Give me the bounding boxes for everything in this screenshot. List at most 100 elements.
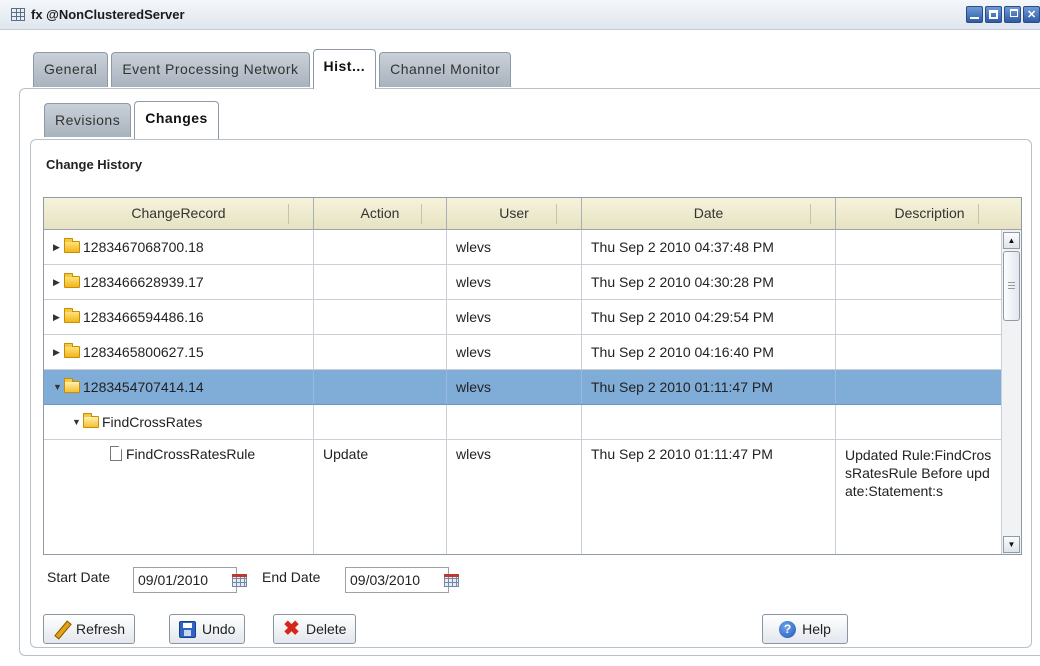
start-date-calendar-icon[interactable] [232, 574, 247, 587]
undo-button[interactable]: Undo [169, 614, 246, 644]
window-title: fx @NonClusteredServer [31, 7, 185, 22]
restore-icon[interactable] [1004, 6, 1021, 23]
description-cell [836, 300, 1003, 334]
folder-open-icon [64, 378, 80, 393]
column-header-description[interactable]: Description [836, 198, 1021, 230]
save-icon [179, 620, 196, 638]
delete-x-icon: ✖ [283, 617, 300, 640]
table-row[interactable]: ▶ 1283465800627.15 wlevs Thu Sep 2 2010 … [44, 335, 1003, 370]
grid-app-icon [11, 8, 25, 21]
start-date-field[interactable] [133, 567, 237, 593]
column-header-date[interactable]: Date [582, 198, 836, 230]
delete-button[interactable]: ✖ Delete [273, 614, 357, 644]
tab-general[interactable]: General [33, 52, 109, 87]
date-cell: Thu Sep 2 2010 04:37:48 PM [582, 230, 836, 264]
folder-icon [64, 343, 80, 358]
outer-tab-bar: General Event Processing Network Hist...… [33, 49, 512, 89]
refresh-button[interactable]: Refresh [43, 614, 136, 644]
end-date-label: End Date [262, 569, 321, 585]
description-cell [836, 335, 1003, 369]
window-controls [966, 6, 1040, 23]
description-cell [836, 230, 1003, 264]
expand-arrow-icon[interactable]: ▶ [53, 265, 64, 299]
action-cell [314, 300, 447, 334]
change-record-id: 1283467068700.18 [83, 239, 204, 255]
change-record-id: 1283466594486.16 [83, 309, 204, 325]
date-cell: Thu Sep 2 2010 04:29:54 PM [582, 300, 836, 334]
collapse-arrow-icon[interactable]: ▼ [72, 405, 83, 439]
date-cell: Thu Sep 2 2010 01:11:47 PM [582, 370, 836, 404]
start-date-label: Start Date [47, 569, 111, 585]
column-header-changerecord[interactable]: ChangeRecord [44, 198, 314, 230]
user-cell: wlevs [447, 230, 582, 264]
date-cell: Thu Sep 2 2010 04:16:40 PM [582, 335, 836, 369]
change-history-table: ChangeRecord Action User Date Descriptio… [43, 197, 1022, 555]
description-cell [836, 370, 1003, 404]
expand-arrow-icon[interactable]: ▶ [53, 300, 64, 334]
change-record-id: 1283465800627.15 [83, 344, 204, 360]
table-row[interactable]: FindCrossRatesRule Update wlevs Thu Sep … [44, 440, 1003, 554]
user-cell: wlevs [447, 335, 582, 369]
tab-changes[interactable]: Changes [134, 101, 219, 139]
date-cell: Thu Sep 2 2010 04:30:28 PM [582, 265, 836, 299]
action-cell [314, 265, 447, 299]
action-cell [314, 405, 447, 439]
column-header-action[interactable]: Action [314, 198, 447, 230]
change-record-name: FindCrossRates [102, 414, 203, 430]
delete-button-label: Delete [306, 621, 347, 637]
description-cell [836, 405, 1003, 439]
maximize-icon[interactable] [985, 6, 1002, 23]
folder-icon [64, 308, 80, 323]
user-cell: wlevs [447, 300, 582, 334]
minimize-icon[interactable] [966, 6, 983, 23]
tab-event-processing-network[interactable]: Event Processing Network [111, 52, 310, 87]
action-cell: Update [314, 440, 447, 554]
expand-arrow-icon[interactable]: ▶ [53, 335, 64, 369]
description-cell [836, 265, 1003, 299]
help-button-label: Help [802, 621, 831, 637]
help-button[interactable]: ? Help [762, 614, 848, 644]
column-header-user[interactable]: User [447, 198, 582, 230]
folder-icon [64, 238, 80, 253]
user-cell: wlevs [447, 370, 582, 404]
change-record-id: 1283454707414.14 [83, 379, 204, 395]
collapse-arrow-icon[interactable]: ▼ [53, 370, 64, 404]
close-icon[interactable] [1023, 6, 1040, 23]
pencil-icon [53, 621, 70, 638]
description-cell: Updated Rule:FindCrossRatesRule Before u… [845, 447, 992, 499]
scroll-down-icon[interactable]: ▼ [1003, 536, 1020, 553]
section-title: Change History [46, 157, 143, 172]
table-row[interactable]: ▶ 1283466594486.16 wlevs Thu Sep 2 2010 … [44, 300, 1003, 335]
tab-revisions[interactable]: Revisions [44, 103, 132, 137]
action-cell [314, 370, 447, 404]
folder-open-icon [83, 413, 99, 428]
action-cell [314, 230, 447, 264]
help-icon: ? [779, 620, 797, 638]
refresh-button-label: Refresh [76, 621, 126, 637]
scroll-thumb[interactable] [1003, 251, 1020, 321]
table-header: ChangeRecord Action User Date Descriptio… [44, 198, 1021, 230]
undo-button-label: Undo [202, 621, 236, 637]
user-cell [447, 405, 582, 439]
table-row-selected[interactable]: ▼ 1283454707414.14 wlevs Thu Sep 2 2010 … [44, 370, 1003, 405]
user-cell: wlevs [447, 265, 582, 299]
expand-arrow-icon[interactable]: ▶ [53, 230, 64, 264]
table-row[interactable]: ▶ 1283466628939.17 wlevs Thu Sep 2 2010 … [44, 265, 1003, 300]
tab-history[interactable]: Hist... [312, 49, 377, 89]
change-record-id: 1283466628939.17 [83, 274, 204, 290]
user-cell: wlevs [447, 440, 582, 554]
table-row[interactable]: ▼ FindCrossRates [44, 405, 1003, 440]
table-row[interactable]: ▶ 1283467068700.18 wlevs Thu Sep 2 2010 … [44, 230, 1003, 265]
vertical-scrollbar[interactable]: ▲ ▼ [1001, 230, 1021, 554]
end-date-field[interactable] [345, 567, 449, 593]
change-record-name: FindCrossRatesRule [126, 446, 256, 462]
scroll-up-icon[interactable]: ▲ [1003, 232, 1020, 249]
window-titlebar: fx @NonClusteredServer [0, 0, 1040, 30]
date-cell: Thu Sep 2 2010 01:11:47 PM [582, 440, 836, 554]
inner-tab-bar: Revisions Changes [44, 101, 219, 139]
tab-channel-monitor[interactable]: Channel Monitor [379, 52, 512, 87]
date-cell [582, 405, 836, 439]
action-cell [314, 335, 447, 369]
end-date-calendar-icon[interactable] [444, 574, 459, 587]
folder-icon [64, 273, 80, 288]
